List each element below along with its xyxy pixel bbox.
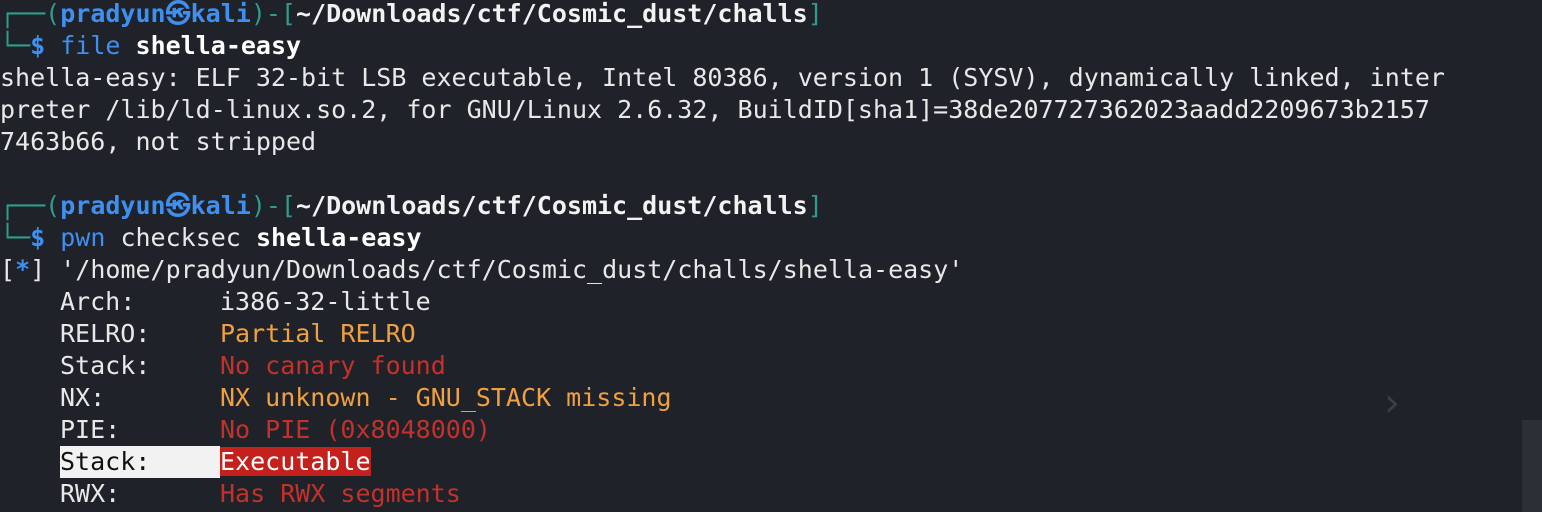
info-bracket-open: [ xyxy=(0,255,16,284)
checksec-key: RWX: xyxy=(60,479,121,508)
output-line: preter /lib/ld-linux.so.2, for GNU/Linux… xyxy=(0,94,1542,126)
checksec-row: NX: NX unknown - GNU_STACK missing xyxy=(0,382,1542,414)
command-arg: shella-easy xyxy=(135,31,302,60)
checksec-row: Arch: i386-32-little xyxy=(0,286,1542,318)
prompt-box-end: ] xyxy=(807,0,823,28)
checksec-value: No canary found xyxy=(220,351,446,380)
prompt-box-mid: )-[ xyxy=(250,191,296,220)
prompt-line-2: ┌──(pradyun㉿kali)-[~/Downloads/ctf/Cosmi… xyxy=(0,190,1542,222)
checksec-row-selected[interactable]: Stack: Executable xyxy=(0,446,1542,478)
checksec-value: NX unknown - GNU_STACK missing xyxy=(220,383,672,412)
prompt-box-bottom: └─ xyxy=(0,223,31,252)
prompt-box-bottom: └─ xyxy=(0,31,31,60)
output-text: preter /lib/ld-linux.so.2, for GNU/Linux… xyxy=(0,95,1430,124)
checksec-key: PIE: xyxy=(60,415,121,444)
prompt-dollar: $ xyxy=(30,31,46,60)
checksec-row: PIE: No PIE (0x8048000) xyxy=(0,414,1542,446)
checksec-row: Stack: No canary found xyxy=(0,350,1542,382)
checksec-key: Arch: xyxy=(60,287,136,316)
checksec-value-highlighted: Executable xyxy=(220,447,371,476)
checksec-value: i386-32-little xyxy=(220,287,431,316)
terminal[interactable]: ┌──(pradyun㉿kali)-[~/Downloads/ctf/Cosmi… xyxy=(0,0,1542,510)
kali-logo-icon: ㉿ xyxy=(165,191,191,220)
prompt-box-top: ┌──( xyxy=(0,0,61,28)
prompt-box-mid: )-[ xyxy=(250,0,296,28)
command-name: file xyxy=(60,31,121,60)
checksec-row: RELRO: Partial RELRO xyxy=(0,318,1542,350)
prompt-box-top: ┌──( xyxy=(0,191,61,220)
info-bracket-close: ] xyxy=(30,255,46,284)
command-subcommand: checksec xyxy=(120,223,241,252)
checksec-key: RELRO: xyxy=(60,319,151,348)
prompt-line-1: ┌──(pradyun㉿kali)-[~/Downloads/ctf/Cosmi… xyxy=(0,0,1542,30)
prompt-user: pradyun xyxy=(60,191,166,220)
output-line: 7463b66, not stripped xyxy=(0,127,317,156)
prompt-host: kali xyxy=(190,191,251,220)
checksec-key-highlighted: Stack: xyxy=(60,446,220,478)
checksec-header: [*] '/home/pradyun/Downloads/ctf/Cosmic_… xyxy=(0,254,1542,286)
info-star-icon: * xyxy=(15,255,31,284)
checksec-value: Has RWX segments xyxy=(220,479,461,508)
prompt-box-end: ] xyxy=(807,191,823,220)
checksec-key: NX: xyxy=(60,383,106,412)
output-line: shella-easy: ELF 32-bit LSB executable, … xyxy=(0,63,1445,92)
chevron-right-icon[interactable]: › xyxy=(1384,383,1414,423)
checksec-value: Partial RELRO xyxy=(220,319,416,348)
command-arg: shella-easy xyxy=(255,223,422,252)
prompt-dollar: $ xyxy=(30,223,46,252)
prompt-path: ~/Downloads/ctf/Cosmic_dust/challs xyxy=(295,191,808,220)
command-line-2: └─$ pwn checksec shella-easy xyxy=(0,222,1542,254)
command-name: pwn xyxy=(60,223,106,252)
checksec-row: RWX: Has RWX segments xyxy=(0,478,1542,510)
scrollbar-thumb[interactable] xyxy=(1522,420,1542,512)
checksec-key: Stack: xyxy=(60,351,151,380)
checksec-file-path: '/home/pradyun/Downloads/ctf/Cosmic_dust… xyxy=(60,255,964,284)
kali-logo-icon: ㉿ xyxy=(165,0,191,28)
prompt-path: ~/Downloads/ctf/Cosmic_dust/challs xyxy=(295,0,808,28)
checksec-value: No PIE (0x8048000) xyxy=(220,415,491,444)
prompt-host: kali xyxy=(190,0,251,28)
prompt-user: pradyun xyxy=(60,0,166,28)
command-line-1: └─$ file shella-easy xyxy=(0,30,1542,62)
